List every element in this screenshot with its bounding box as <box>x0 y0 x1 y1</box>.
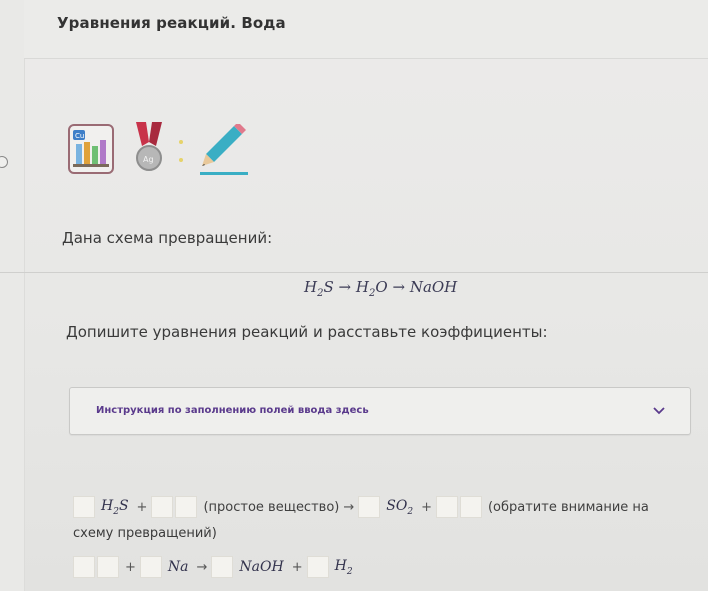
formula-naoh: NaOH <box>239 559 284 575</box>
lesson-title: Уравнения реакций. Вода <box>57 14 286 32</box>
instruction-label: Инструкция по заполнению полей ввода зде… <box>96 405 369 416</box>
instruction-dropdown[interactable]: Инструкция по заполнению полей ввода зде… <box>69 387 691 435</box>
coefficient-input[interactable] <box>73 496 95 518</box>
pencil-icon <box>196 122 252 178</box>
coefficient-input[interactable] <box>358 496 381 518</box>
lab-flasks-icon: Cu <box>68 124 114 174</box>
substance-input[interactable] <box>459 496 482 518</box>
task-icons: Cu Ag <box>68 122 268 178</box>
svg-text:Ag: Ag <box>143 155 154 164</box>
coefficient-input[interactable] <box>306 556 329 578</box>
given-scheme-label: Дана схема превращений: <box>62 229 273 247</box>
scheme-naoh: NaOH <box>409 278 458 296</box>
formula-so2: SO2 <box>386 497 414 517</box>
divider <box>0 272 708 273</box>
complete-equations-label: Допишите уравнения реакций и расставьте … <box>66 323 548 341</box>
equation-1-continued: схему превращений) <box>73 526 217 541</box>
left-rail <box>0 0 25 591</box>
plus-sign: + <box>291 559 303 575</box>
scheme-hint-part2: схему превращений) <box>73 526 217 541</box>
coefficient-input[interactable] <box>211 556 234 578</box>
equation-2: + Na → NaOH + H2 <box>73 556 357 578</box>
scheme-h2s: H2S <box>304 278 334 299</box>
coefficient-input[interactable] <box>73 556 95 578</box>
formula-h2: H2 <box>334 557 353 577</box>
sparkle-icon <box>173 136 189 170</box>
chevron-down-icon[interactable] <box>652 402 666 416</box>
equation-1: H2S + (простое вещество) → SO2 + (обрати… <box>73 496 649 518</box>
substance-input[interactable] <box>175 496 198 518</box>
coefficient-input[interactable] <box>151 496 174 518</box>
scheme-arrow-1: → <box>338 278 352 296</box>
substance-input[interactable] <box>97 556 119 578</box>
formula-na: Na <box>167 559 189 575</box>
simple-substance-hint: (простое вещество) <box>203 499 340 515</box>
reaction-arrow: → <box>196 559 208 575</box>
plus-sign: + <box>421 499 432 515</box>
nav-circle-icon[interactable] <box>0 156 8 168</box>
plus-sign: + <box>125 559 136 575</box>
scheme-h2o: H2O <box>355 278 388 299</box>
svg-text:Cu: Cu <box>75 132 84 140</box>
coefficient-input[interactable] <box>139 556 162 578</box>
transformation-scheme: H2S → H2O → NaOH <box>304 278 457 299</box>
plus-sign: + <box>136 499 148 515</box>
formula-h2s: H2S <box>101 497 129 517</box>
reaction-arrow: → <box>343 499 355 515</box>
medal-icon: Ag <box>132 122 166 178</box>
scheme-arrow-2: → <box>392 278 406 296</box>
coefficient-input[interactable] <box>435 496 458 518</box>
page: Уравнения реакций. Вода Cu Ag Дана схема… <box>0 0 708 591</box>
scheme-hint-part1: (обратите внимание на <box>487 499 649 515</box>
